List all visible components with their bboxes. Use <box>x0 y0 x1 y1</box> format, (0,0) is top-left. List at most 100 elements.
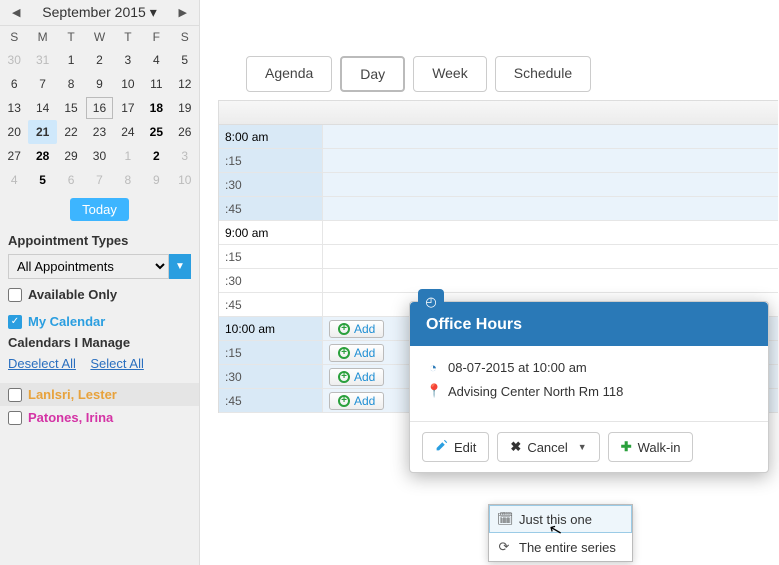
available-only-label: Available Only <box>28 287 117 302</box>
dow-header: F <box>142 26 170 48</box>
calendar-day[interactable]: 9 <box>142 168 170 192</box>
add-label: Add <box>354 346 375 360</box>
time-slot[interactable] <box>323 149 778 172</box>
calendar-day[interactable]: 29 <box>57 144 85 168</box>
deselect-all-link[interactable]: Deselect All <box>8 356 76 371</box>
calendar-day[interactable]: 15 <box>57 96 85 120</box>
tab-week[interactable]: Week <box>413 56 487 92</box>
calendar-day[interactable]: 25 <box>142 120 170 144</box>
calendar-day[interactable]: 6 <box>57 168 85 192</box>
time-slot[interactable] <box>323 269 778 292</box>
time-slot[interactable] <box>323 197 778 220</box>
prev-month-button[interactable]: ◀ <box>6 4 26 21</box>
calendar-day[interactable]: 28 <box>28 144 56 168</box>
calendar-b-checkbox[interactable] <box>8 411 22 425</box>
calendar-day[interactable]: 8 <box>57 72 85 96</box>
calendar-day[interactable]: 30 <box>0 48 28 72</box>
calendar-day[interactable]: 13 <box>0 96 28 120</box>
calendar-item-b[interactable]: Patones, Irina <box>0 406 199 429</box>
available-only-checkbox[interactable] <box>8 288 22 302</box>
calendar-day[interactable]: 20 <box>0 120 28 144</box>
add-appointment-button[interactable]: +Add <box>329 320 384 338</box>
calendar-day[interactable]: 18 <box>142 96 170 120</box>
my-calendar-checkbox[interactable]: ✓ <box>8 315 22 329</box>
time-row: :15 <box>219 245 778 269</box>
calendar-day[interactable]: 4 <box>142 48 170 72</box>
pencil-icon <box>435 439 448 455</box>
clock-small-icon: ◔ <box>426 360 440 375</box>
calendar-day[interactable]: 30 <box>85 144 113 168</box>
cancel-label: Cancel <box>527 440 567 455</box>
popup-datetime: 08-07-2015 at 10:00 am <box>448 360 587 375</box>
popup-title: Office Hours <box>410 302 768 346</box>
calendar-day[interactable]: 3 <box>171 144 199 168</box>
time-row: :45 <box>219 197 778 221</box>
add-appointment-button[interactable]: + Add <box>329 392 384 410</box>
time-label: 8:00 am <box>219 125 323 148</box>
time-row: 8:00 am <box>219 125 778 149</box>
calendar-day[interactable]: 6 <box>0 72 28 96</box>
calendar-day[interactable]: 5 <box>171 48 199 72</box>
calendar-day[interactable]: 1 <box>114 144 142 168</box>
time-slot[interactable] <box>323 245 778 268</box>
calendar-day[interactable]: 23 <box>85 120 113 144</box>
mini-calendar: SMTWTFS 30311234567891011121314151617181… <box>0 26 199 192</box>
time-slot[interactable] <box>323 125 778 148</box>
select-dropdown-icon[interactable]: ▼ <box>169 254 191 279</box>
tab-day[interactable]: Day <box>340 56 405 92</box>
calendar-day[interactable]: 14 <box>28 96 56 120</box>
calendar-day[interactable]: 16 <box>85 96 113 120</box>
select-all-link[interactable]: Select All <box>90 356 143 371</box>
add-label: Add <box>354 394 375 408</box>
month-title[interactable]: September 2015 ▾ <box>42 4 156 21</box>
cancel-button[interactable]: ✖ Cancel ▼ <box>497 432 599 462</box>
time-label: :45 <box>219 293 323 316</box>
time-slot[interactable] <box>323 221 778 244</box>
mini-calendar-header: ◀ September 2015 ▾ ▶ <box>0 0 199 26</box>
calendar-day[interactable]: 9 <box>85 72 113 96</box>
calendar-day[interactable]: 7 <box>28 72 56 96</box>
today-button[interactable]: Today <box>70 198 129 221</box>
calendar-day[interactable]: 3 <box>114 48 142 72</box>
time-label: :15 <box>219 149 323 172</box>
calendar-day[interactable]: 21 <box>28 120 56 144</box>
add-appointment-button[interactable]: +Add <box>329 344 384 362</box>
tab-agenda[interactable]: Agenda <box>246 56 332 92</box>
calendar-day[interactable]: 10 <box>114 72 142 96</box>
calendar-day[interactable]: 24 <box>114 120 142 144</box>
dow-header: T <box>57 26 85 48</box>
time-row: :15 <box>219 149 778 173</box>
add-plus-icon: + <box>338 395 350 407</box>
calendar-a-checkbox[interactable] <box>8 388 22 402</box>
calendar-day[interactable]: 8 <box>114 168 142 192</box>
appointment-types-heading: Appointment Types <box>8 233 191 248</box>
calendar-item-a[interactable]: Lanlsri, Lester <box>0 383 199 406</box>
next-month-button[interactable]: ▶ <box>173 4 193 21</box>
calendar-day[interactable]: 12 <box>171 72 199 96</box>
tab-schedule[interactable]: Schedule <box>495 56 591 92</box>
popup-location: Advising Center North Rm 118 <box>448 384 623 399</box>
edit-button[interactable]: Edit <box>422 432 489 462</box>
calendar-day[interactable]: 19 <box>171 96 199 120</box>
calendar-day[interactable]: 31 <box>28 48 56 72</box>
calendar-day[interactable]: 2 <box>142 144 170 168</box>
appointment-type-select[interactable]: All Appointments <box>8 254 169 279</box>
dow-header: W <box>85 26 113 48</box>
calendar-day[interactable]: 7 <box>85 168 113 192</box>
calendar-day[interactable]: 5 <box>28 168 56 192</box>
calendar-day[interactable]: 1 <box>57 48 85 72</box>
time-slot[interactable] <box>323 173 778 196</box>
calendar-day[interactable]: 22 <box>57 120 85 144</box>
time-label: 10:00 am <box>219 317 323 340</box>
add-appointment-button[interactable]: +Add <box>329 368 384 386</box>
calendar-day[interactable]: 26 <box>171 120 199 144</box>
calendar-day[interactable]: 4 <box>0 168 28 192</box>
calendar-day[interactable]: 11 <box>142 72 170 96</box>
dow-header: S <box>0 26 28 48</box>
calendar-day[interactable]: 27 <box>0 144 28 168</box>
calendar-day[interactable]: 17 <box>114 96 142 120</box>
chevron-down-icon: ▼ <box>578 442 587 452</box>
walkin-button[interactable]: ✚ Walk-in <box>608 432 694 462</box>
calendar-day[interactable]: 2 <box>85 48 113 72</box>
calendar-day[interactable]: 10 <box>171 168 199 192</box>
